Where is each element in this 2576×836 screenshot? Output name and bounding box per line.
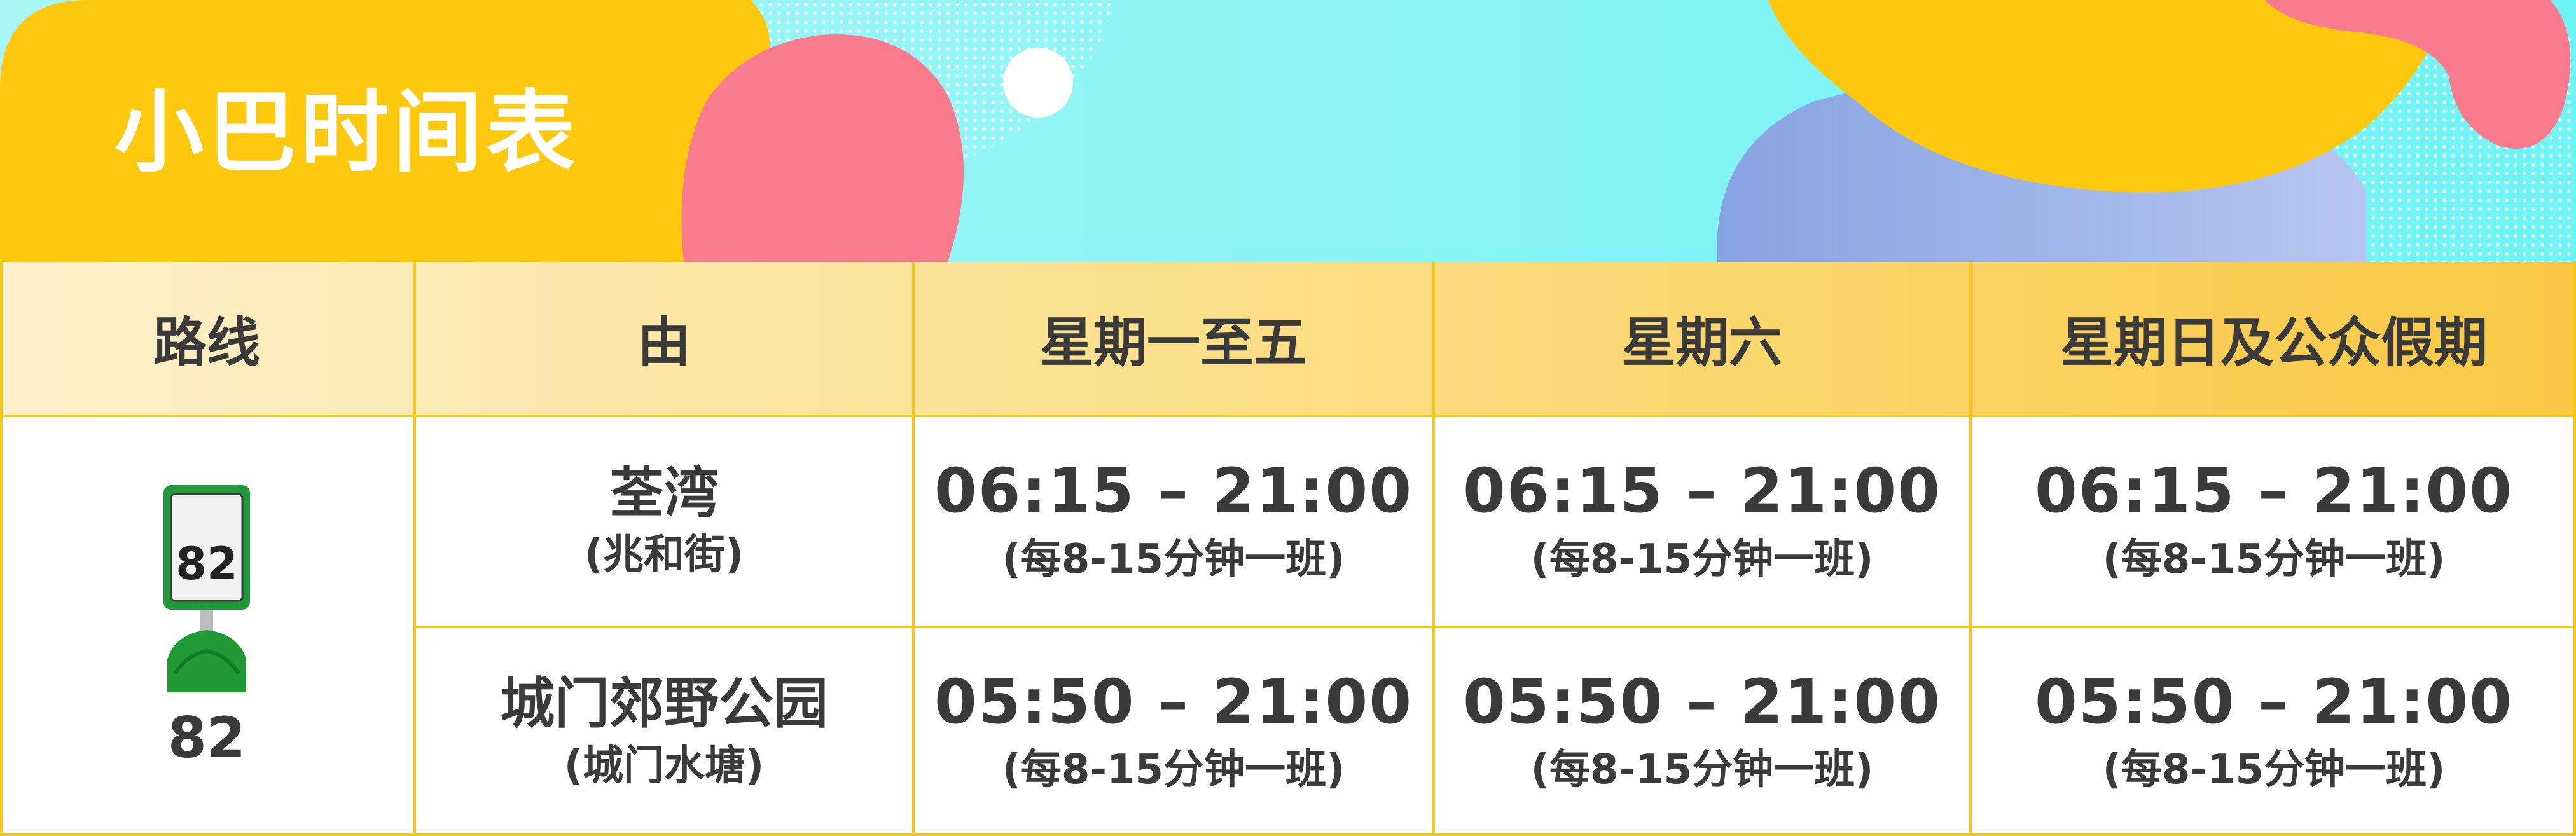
grid-border-right	[2573, 262, 2576, 836]
holiday-cell-row-1: 06:15 – 21:00 (每8-15分钟一班)	[1972, 417, 2576, 626]
frequency: (每8-15分钟一班)	[1530, 746, 1874, 794]
time-range: 05:50 – 21:00	[934, 666, 1413, 737]
grid-divider	[912, 262, 915, 836]
time-range: 06:15 – 21:00	[2035, 455, 2513, 527]
weekday-cell-row-2: 05:50 – 21:00 (每8-15分钟一班)	[915, 628, 1432, 836]
page-title: 小巴时间表	[114, 81, 579, 185]
grid-border-left	[0, 262, 3, 836]
from-main: 荃湾	[609, 461, 719, 525]
frequency: (每8-15分钟一班)	[2102, 535, 2446, 583]
holiday-cell-row-2: 05:50 – 21:00 (每8-15分钟一班)	[1972, 628, 2576, 836]
route-sign-number: 82	[176, 538, 238, 590]
weekday-cell-row-1: 06:15 – 21:00 (每8-15分钟一班)	[915, 417, 1432, 626]
timetable: 路线 由 星期一至五 星期六 星期日及公众假期 82 82 荃湾 (兆和街) 0…	[0, 262, 2576, 836]
banner: 小巴时间表	[0, 0, 2576, 262]
from-sub: (兆和街)	[584, 531, 744, 579]
frequency: (每8-15分钟一班)	[1002, 535, 1345, 583]
time-range: 06:15 – 21:00	[1463, 455, 1941, 527]
grid-divider	[416, 626, 2576, 628]
from-cell-row-2: 城门郊野公园 (城门水塘)	[416, 628, 912, 836]
route-number: 82	[167, 705, 246, 771]
frequency: (每8-15分钟一班)	[1530, 535, 1874, 583]
frequency: (每8-15分钟一班)	[1002, 746, 1345, 794]
grid-divider	[413, 262, 416, 836]
header-route: 路线	[153, 311, 260, 374]
time-range: 05:50 – 21:00	[2035, 666, 2513, 737]
from-sub: (城门水塘)	[564, 742, 765, 790]
saturday-cell-row-1: 06:15 – 21:00 (每8-15分钟一班)	[1435, 417, 1969, 626]
grid-divider	[1969, 262, 1972, 836]
header-holiday: 星期日及公众假期	[2060, 311, 2488, 374]
timetable-page: 小巴时间表 路线 由 星期一至五 星期六 星期日及公众假期 82 82 荃湾 (…	[0, 0, 2576, 836]
header-weekday: 星期一至五	[1039, 311, 1307, 374]
time-range: 06:15 – 21:00	[934, 455, 1413, 527]
grid-divider	[0, 415, 2576, 417]
from-cell-row-1: 荃湾 (兆和街)	[416, 417, 912, 626]
time-range: 05:50 – 21:00	[1463, 666, 1941, 737]
from-main: 城门郊野公园	[500, 672, 828, 736]
frequency: (每8-15分钟一班)	[2102, 746, 2446, 794]
header-from: 由	[637, 311, 691, 374]
header-saturday: 星期六	[1621, 311, 1782, 374]
grid-divider	[1432, 262, 1435, 836]
grid-divider	[0, 833, 2576, 836]
route-cell: 82 82	[0, 417, 413, 836]
saturday-cell-row-2: 05:50 – 21:00 (每8-15分钟一班)	[1435, 628, 1969, 836]
